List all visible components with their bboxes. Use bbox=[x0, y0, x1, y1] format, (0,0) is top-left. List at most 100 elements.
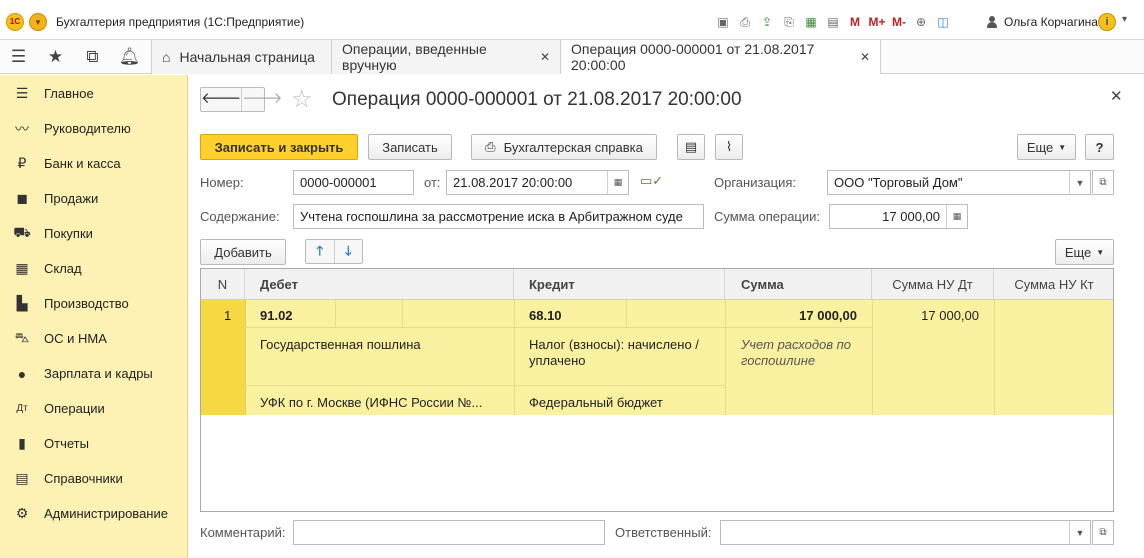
add-row-button[interactable]: Добавить bbox=[200, 239, 286, 265]
ruble-icon: ₽ bbox=[17, 155, 27, 171]
operation-sum-value: 17 000,00 bbox=[882, 209, 940, 224]
book-icon: ▤ bbox=[15, 470, 29, 486]
credit-subconto-2[interactable]: Федеральный бюджет bbox=[529, 395, 663, 410]
sidebar-item-payroll[interactable]: ● Зарплата и кадры bbox=[0, 356, 188, 391]
content-field[interactable]: Учтена госпошлина за рассмотрение иска в… bbox=[293, 204, 704, 229]
sidebar-item-reports[interactable]: ▮ Отчеты bbox=[0, 426, 188, 461]
menu-icon[interactable]: ☰ bbox=[0, 40, 37, 74]
info-icon[interactable]: i bbox=[1098, 13, 1116, 31]
sidebar-item-purchases[interactable]: ⛟ Покупки bbox=[0, 216, 188, 251]
date-field[interactable]: 21.08.2017 20:00:00 ▦ bbox=[446, 170, 629, 195]
close-icon[interactable]: ✕ bbox=[1110, 87, 1123, 105]
sidebar-item-bank[interactable]: ₽ Банк и касса bbox=[0, 146, 188, 181]
printer-icon: ⎙ bbox=[485, 139, 496, 154]
number-field[interactable]: 0000-000001 bbox=[293, 170, 414, 195]
operation-sum-label: Сумма операции: bbox=[714, 209, 820, 224]
main-menu-icon[interactable]: ▾ bbox=[29, 13, 47, 31]
close-icon[interactable]: ✕ bbox=[540, 50, 550, 64]
open-organization-icon[interactable]: ⧉ bbox=[1092, 170, 1114, 195]
sidebar-item-main[interactable]: ☰ Главное bbox=[0, 76, 188, 111]
calendar-icon[interactable]: ▦ bbox=[607, 171, 628, 194]
zoom-icon[interactable]: ⊕ bbox=[910, 12, 932, 32]
organization-field[interactable]: ООО "Торговый Дом" ▼ bbox=[827, 170, 1091, 195]
credit-subconto-1-line1[interactable]: Налог (взносы): начислено / bbox=[529, 337, 699, 352]
row-number: 1 bbox=[224, 308, 232, 323]
column-header-n[interactable]: N bbox=[201, 269, 245, 300]
column-header-amount-nu-kt[interactable]: Сумма НУ Кт bbox=[994, 269, 1113, 300]
save-button[interactable]: Записать bbox=[368, 134, 452, 160]
document-icon[interactable]: ▤ bbox=[677, 134, 705, 160]
sidebar-item-operations[interactable]: Дт Операции bbox=[0, 391, 188, 426]
user-name: Ольга Корчагина bbox=[1004, 15, 1098, 29]
bag-icon: ◼ bbox=[16, 190, 28, 206]
back-arrow-icon[interactable]: 🡐 bbox=[201, 88, 241, 111]
sidebar-item-sales[interactable]: ◼ Продажи bbox=[0, 181, 188, 216]
column-header-credit[interactable]: Кредит bbox=[514, 269, 725, 300]
sidebar-item-admin[interactable]: ⚙ Администрирование bbox=[0, 496, 188, 531]
bell-icon[interactable]: 🔔︎ bbox=[111, 40, 148, 74]
sidebar-item-label: Производство bbox=[44, 296, 129, 311]
memory-plus-button[interactable]: M+ bbox=[866, 12, 888, 32]
sidebar-item-warehouse[interactable]: ▦ Склад bbox=[0, 251, 188, 286]
debit-subconto-2[interactable]: УФК по г. Москве (ИФНС России №... bbox=[260, 395, 482, 410]
sidebar-item-catalogs[interactable]: ▤ Справочники bbox=[0, 461, 188, 496]
arrow-up-icon[interactable]: 🡑 bbox=[306, 240, 334, 263]
chevron-down-icon[interactable]: ▼ bbox=[1069, 521, 1090, 544]
credit-account[interactable]: 68.10 bbox=[529, 308, 562, 323]
tab-home[interactable]: ⌂ Начальная страница bbox=[151, 40, 332, 74]
chevron-down-icon: ▼ bbox=[1096, 247, 1105, 257]
debit-account[interactable]: 91.02 bbox=[260, 308, 293, 323]
entries-table: N Дебет Кредит Сумма Сумма НУ Дт Сумма Н… bbox=[200, 268, 1114, 512]
accounting-report-button[interactable]: ⎙ Бухгалтерская справка bbox=[471, 134, 657, 160]
debit-subconto-1[interactable]: Государственная пошлина bbox=[260, 337, 421, 352]
tab-operations[interactable]: Операции, введенные вручную ✕ bbox=[332, 40, 561, 74]
printer-icon[interactable]: ⎘ bbox=[778, 12, 800, 32]
trend-icon: 〰 bbox=[15, 120, 29, 137]
sidebar-item-label: Продажи bbox=[44, 191, 99, 206]
column-header-debit[interactable]: Дебет bbox=[245, 269, 514, 300]
help-button[interactable]: ? bbox=[1085, 134, 1114, 160]
column-header-amount[interactable]: Сумма bbox=[725, 269, 872, 300]
open-responsible-icon[interactable]: ⧉ bbox=[1092, 520, 1114, 545]
column-header-amount-nu-dt[interactable]: Сумма НУ Дт bbox=[872, 269, 994, 300]
sidebar-item-production[interactable]: ▙ Производство bbox=[0, 286, 188, 321]
sidebar-item-fixed-assets[interactable]: ⛍ ОС и НМА bbox=[0, 321, 188, 356]
sidebar-item-label: Руководителю bbox=[44, 121, 131, 136]
table-more-button[interactable]: Еще ▼ bbox=[1055, 239, 1114, 265]
calendar-icon[interactable]: ▤ bbox=[822, 12, 844, 32]
chevron-down-icon[interactable]: ▼ bbox=[1069, 171, 1090, 194]
amount-note-line1[interactable]: Учет расходов по bbox=[741, 337, 851, 352]
amount-value[interactable]: 17 000,00 bbox=[725, 308, 857, 323]
current-user[interactable]: Ольга Корчагина bbox=[986, 15, 1098, 29]
favorites-star-icon[interactable]: ★ bbox=[37, 40, 74, 74]
amount-note-line2[interactable]: госпошлине bbox=[741, 353, 815, 368]
forward-arrow-icon[interactable]: 🡒 bbox=[241, 88, 282, 111]
responsible-field[interactable]: ▼ bbox=[720, 520, 1091, 545]
memory-minus-button[interactable]: M- bbox=[888, 12, 910, 32]
comment-field[interactable] bbox=[293, 520, 605, 545]
sidebar-item-label: Операции bbox=[44, 401, 105, 416]
app-logo-icon: 1С bbox=[6, 13, 24, 31]
save-and-close-button[interactable]: Записать и закрыть bbox=[200, 134, 358, 160]
chevron-down-icon[interactable]: ▾ bbox=[1122, 14, 1127, 25]
content-label: Содержание: bbox=[200, 209, 280, 224]
person-icon: ● bbox=[17, 365, 27, 382]
more-button[interactable]: Еще ▼ bbox=[1017, 134, 1076, 160]
close-icon[interactable]: ✕ bbox=[860, 50, 870, 64]
upload-icon[interactable]: ⇪ bbox=[756, 12, 778, 32]
favorite-star-icon[interactable]: ☆ bbox=[291, 85, 313, 114]
history-icon[interactable]: ⧉ bbox=[74, 40, 111, 74]
print-icon[interactable]: ⎙ bbox=[734, 12, 756, 32]
attachment-icon[interactable]: ⌇ bbox=[715, 134, 743, 160]
operation-sum-field[interactable]: 17 000,00 ▦ bbox=[829, 204, 968, 229]
calculator-icon[interactable]: ▦ bbox=[946, 205, 967, 228]
window-icon[interactable]: ◫ bbox=[932, 12, 954, 32]
memory-m-button[interactable]: M bbox=[844, 12, 866, 32]
save-icon[interactable]: ▣ bbox=[712, 12, 734, 32]
amount-nu-dt-value[interactable]: 17 000,00 bbox=[872, 308, 979, 323]
credit-subconto-1-line2[interactable]: уплачено bbox=[529, 353, 585, 368]
arrow-down-icon[interactable]: 🡓 bbox=[333, 240, 363, 263]
sidebar-item-director[interactable]: 〰 Руководителю bbox=[0, 111, 188, 146]
calculator-icon[interactable]: ▦ bbox=[800, 12, 822, 32]
tab-operation-document[interactable]: Операция 0000-000001 от 21.08.2017 20:00… bbox=[561, 40, 881, 75]
